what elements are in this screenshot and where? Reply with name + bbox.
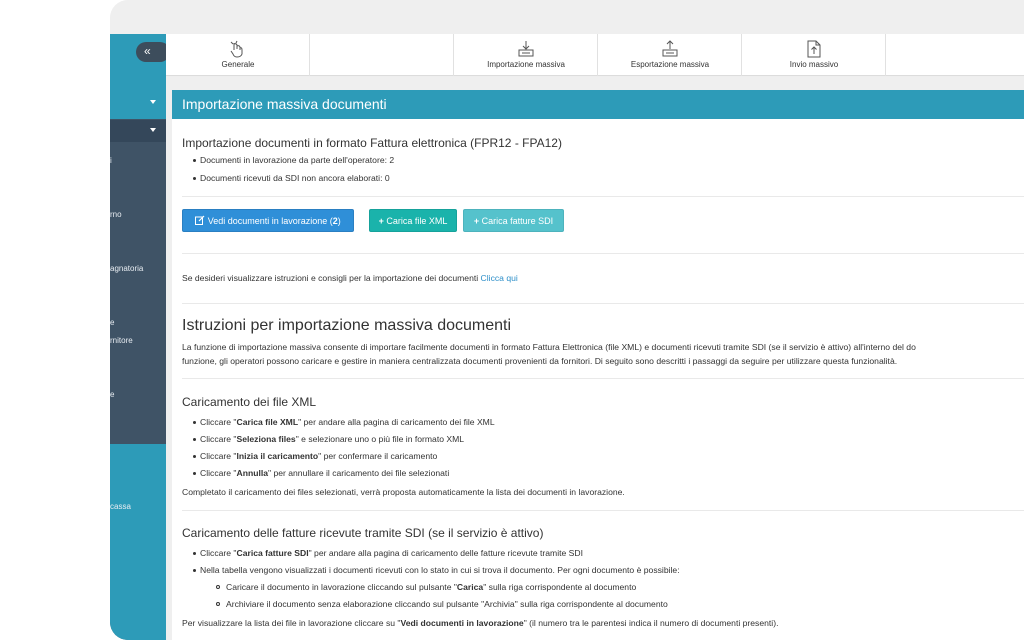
sdi-section-title: Caricamento delle fatture ricevute trami…	[182, 526, 544, 540]
edit-icon	[195, 215, 205, 225]
sdi-step: Cliccare "Carica fatture SDI" per andare…	[200, 548, 583, 558]
upload-sdi-label: Carica fatture SDI	[481, 216, 554, 226]
divider	[182, 303, 1024, 304]
instructions-title: Istruzioni per importazione massiva docu…	[182, 317, 512, 334]
sidebar-item[interactable]: agnatoria	[110, 264, 143, 273]
bullet-icon	[193, 569, 196, 572]
bullet-icon	[193, 552, 196, 555]
xml-section-footer: Completato il caricamento dei files sele…	[182, 487, 625, 497]
sidebar-footer: cassa	[110, 444, 166, 640]
help-link[interactable]: Clicca qui	[481, 273, 518, 283]
panel-title: Importazione massiva documenti	[172, 90, 1024, 119]
tab-invio-massivo[interactable]: Invio massivo	[742, 34, 886, 76]
bullet-icon	[193, 438, 196, 441]
xml-section-title: Caricamento dei file XML	[182, 395, 317, 409]
sidebar-dropdown-1[interactable]	[110, 92, 166, 116]
main-content: Importazione massiva documenti Importazi…	[166, 77, 1024, 640]
divider	[182, 253, 1024, 254]
bullet-icon	[193, 421, 196, 424]
stat-in-progress: Documenti in lavorazione da parte dell'o…	[200, 155, 395, 165]
divider	[182, 196, 1024, 197]
intro-line-1: La funzione di importazione massiva cons…	[182, 342, 916, 352]
upload-xml-button[interactable]: + Carica file XML	[369, 209, 457, 232]
intro-line-2: funzione, gli operatori possono caricare…	[182, 356, 898, 366]
tab-importazione-massiva[interactable]: Importazione massiva	[454, 34, 598, 76]
import-panel: Importazione massiva documenti Importazi…	[172, 90, 1024, 640]
sdi-substep: Caricare il documento in lavorazione cli…	[226, 582, 637, 592]
sidebar-item-cassa[interactable]: cassa	[110, 502, 131, 511]
upload-xml-label: Carica file XML	[386, 216, 448, 226]
caret-down-icon	[150, 100, 156, 104]
sidebar-dropdown-2[interactable]	[110, 120, 166, 142]
sidebar: « i rno agnatoria e rnitore e cassa	[110, 34, 166, 640]
file-upload-icon	[807, 40, 821, 58]
tab-generale[interactable]: Generale	[166, 34, 310, 76]
divider	[182, 378, 1024, 379]
circle-bullet-icon	[216, 585, 220, 589]
bullet-icon	[193, 455, 196, 458]
sdi-substep: Archiviare il documento senza elaborazio…	[226, 599, 668, 609]
bullet-icon	[193, 472, 196, 475]
tab-empty[interactable]	[886, 34, 1024, 76]
xml-step: Cliccare "Inizia il caricamento" per con…	[200, 451, 438, 461]
import-heading: Importazione documenti in formato Fattur…	[182, 136, 562, 150]
xml-step: Cliccare "Annulla" per annullare il cari…	[200, 468, 450, 478]
xml-step: Cliccare "Seleziona files" e selezionare…	[200, 434, 465, 444]
export-icon	[662, 40, 678, 57]
sdi-step: Nella tabella vengono visualizzati i doc…	[200, 565, 680, 575]
view-button-label: Vedi documenti in lavorazione (	[207, 216, 333, 226]
sidebar-item[interactable]: e	[110, 390, 114, 399]
circle-bullet-icon	[216, 602, 220, 606]
sidebar-item[interactable]: e	[110, 318, 114, 327]
view-in-progress-button[interactable]: Vedi documenti in lavorazione (2)	[182, 209, 354, 232]
tab-label: Importazione massiva	[487, 60, 565, 69]
plus-icon: +	[473, 216, 480, 226]
divider	[182, 510, 1024, 511]
collapse-sidebar-button[interactable]: «	[136, 42, 166, 62]
hand-pointer-icon	[230, 40, 243, 58]
top-strip	[110, 0, 1024, 34]
sidebar-item[interactable]: rno	[110, 210, 122, 219]
stat-sdi-pending: Documenti ricevuti da SDI non ancora ela…	[200, 173, 390, 183]
plus-icon: +	[378, 216, 384, 226]
upload-sdi-button[interactable]: + Carica fatture SDI	[463, 209, 564, 232]
sidebar-item[interactable]: i	[110, 156, 112, 165]
help-text-body: Se desideri visualizzare istruzioni e co…	[182, 273, 479, 283]
bullet-icon	[193, 177, 196, 180]
caret-down-icon	[150, 128, 156, 132]
tab-label: Esportazione massiva	[630, 60, 710, 69]
bullet-icon	[193, 159, 196, 162]
sidebar-item[interactable]: rnitore	[110, 336, 133, 345]
xml-step: Cliccare "Carica file XML" per andare al…	[200, 417, 495, 427]
tab-label: Generale	[221, 60, 255, 69]
sidebar-menu: i rno agnatoria e rnitore e	[110, 142, 166, 472]
view-button-close: )	[337, 216, 341, 226]
sdi-section-footer: Per visualizzare la lista dei file in la…	[182, 618, 779, 628]
tab-empty[interactable]	[310, 34, 454, 76]
help-text: Se desideri visualizzare istruzioni e co…	[182, 273, 518, 283]
toolbar-tabs: Generale Importazione massiva Esportazio…	[166, 34, 1024, 76]
app-window: « i rno agnatoria e rnitore e cassa Gene…	[110, 0, 1024, 640]
tab-esportazione-massiva[interactable]: Esportazione massiva	[598, 34, 742, 76]
tab-label: Invio massivo	[789, 60, 839, 69]
import-icon	[518, 41, 534, 57]
